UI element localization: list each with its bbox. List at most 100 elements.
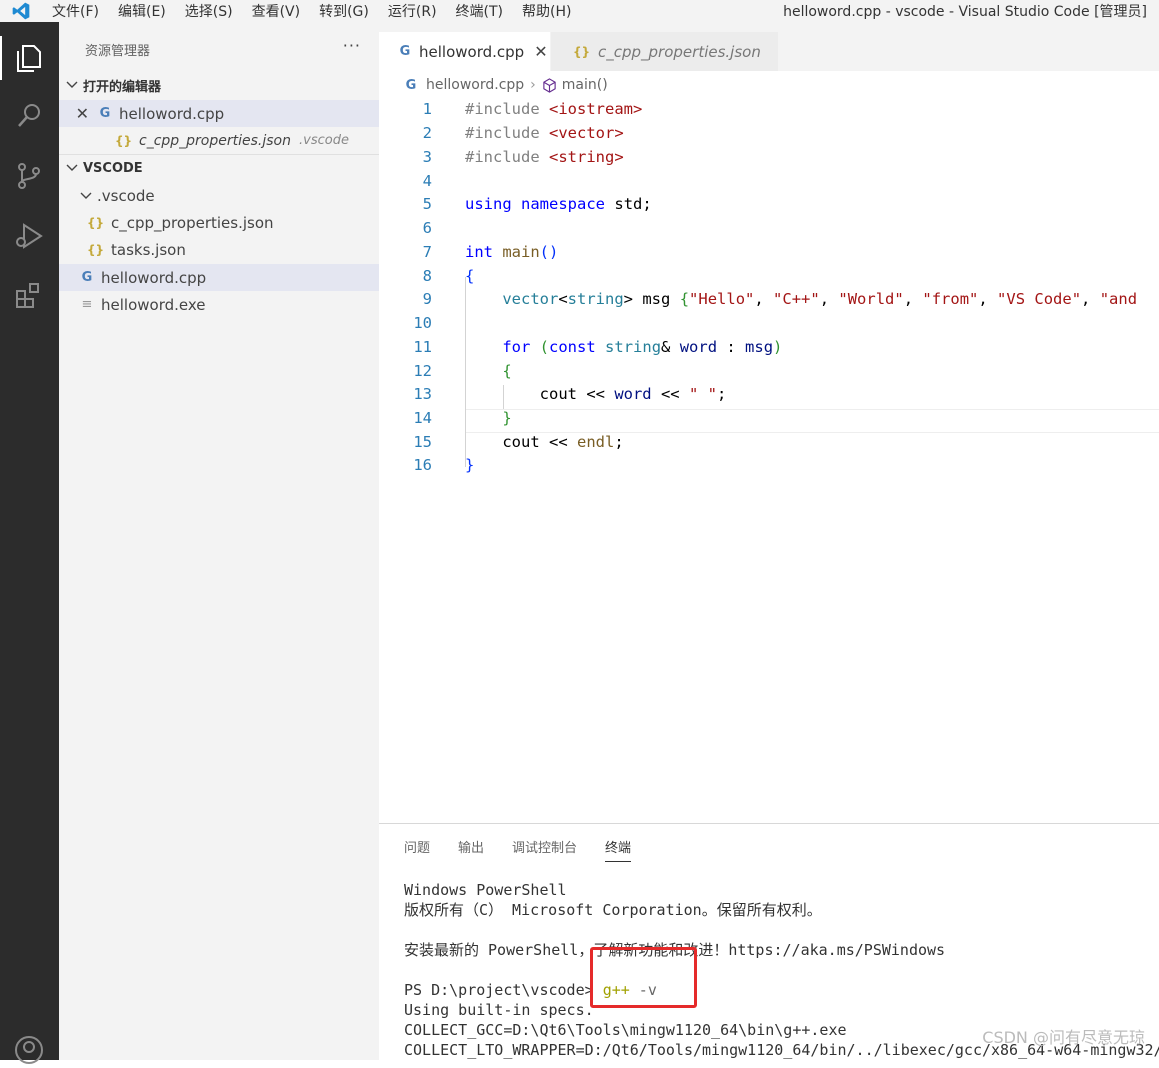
- cpp-file-icon: G: [99, 106, 111, 121]
- code-editor[interactable]: 1 2 3 4 5 6 7 8 9 10 11 12 13 14 15 16 #include <iostre…: [379, 98, 1159, 823]
- accounts-icon[interactable]: [11, 1032, 47, 1068]
- cpp-file-icon: G: [405, 77, 417, 93]
- file-item[interactable]: {} tasks.json: [59, 236, 379, 263]
- code-line[interactable]: #include <iostream>: [465, 100, 642, 118]
- file-item[interactable]: {} c_cpp_properties.json: [59, 209, 379, 236]
- cpp-file-icon: G: [399, 44, 411, 59]
- activity-bar: [0, 22, 59, 1064]
- open-editor-folder: .vscode: [299, 133, 349, 148]
- close-icon[interactable]: ✕: [534, 42, 547, 61]
- close-icon[interactable]: ✕: [59, 104, 89, 123]
- line-number: 11: [413, 338, 432, 356]
- watermark: CSDN @问有尽意无琼: [982, 1028, 1145, 1047]
- line-number: 9: [422, 290, 432, 308]
- open-editor-item[interactable]: ✕ G helloword.cpp: [59, 100, 379, 127]
- tab-c-cpp-properties[interactable]: {} c_cpp_properties.json: [551, 32, 778, 71]
- menu-file[interactable]: 文件(F): [52, 1, 99, 21]
- code-line[interactable]: #include <string>: [465, 148, 624, 166]
- file-label: helloword.exe: [101, 295, 206, 314]
- code-line[interactable]: {: [465, 267, 474, 285]
- menu-go[interactable]: 转到(G): [319, 1, 369, 21]
- menu-selection[interactable]: 选择(S): [185, 1, 233, 21]
- file-item[interactable]: ≡ helloword.exe: [59, 291, 379, 318]
- menu-run[interactable]: 运行(R): [388, 1, 437, 21]
- code-line[interactable]: for (const string& word : msg): [465, 338, 782, 356]
- window-title: helloword.cpp - vscode - Visual Studio C…: [783, 4, 1147, 20]
- terminal-line: Using built-in specs.: [404, 1001, 594, 1019]
- code-line[interactable]: vector<string> msg {"Hello", "C++", "Wor…: [465, 290, 1137, 308]
- tab-label: helloword.cpp: [419, 42, 525, 61]
- json-file-icon: {}: [115, 133, 133, 148]
- open-editors-header[interactable]: 打开的编辑器: [59, 72, 379, 98]
- menu-view[interactable]: 查看(V): [252, 1, 301, 21]
- file-generic-icon: ≡: [81, 297, 93, 312]
- workspace-label: VSCODE: [83, 160, 143, 176]
- editor-tabs: G helloword.cpp ✕ {} c_cpp_properties.js…: [379, 22, 1159, 71]
- breadcrumb: G helloword.cpp › main(): [379, 71, 1159, 99]
- line-number: 1: [422, 100, 432, 118]
- title-bar: 文件(F) 编辑(E) 选择(S) 查看(V) 转到(G) 运行(R) 终端(T…: [0, 0, 1159, 23]
- code-line[interactable]: {: [465, 362, 511, 380]
- active-indicator: [0, 36, 2, 80]
- json-file-icon: {}: [573, 44, 591, 59]
- terminal-prompt: PS D:\project\vscode>: [404, 981, 603, 999]
- line-number: 16: [413, 456, 432, 474]
- sidebar-title: 资源管理器: [85, 44, 151, 59]
- tab-debug-console[interactable]: 调试控制台: [512, 837, 577, 862]
- folder-item[interactable]: .vscode: [59, 182, 379, 209]
- code-line[interactable]: #include <vector>: [465, 124, 624, 142]
- run-debug-icon[interactable]: [11, 218, 47, 254]
- cpp-file-icon: G: [81, 270, 93, 285]
- tab-output[interactable]: 输出: [458, 837, 484, 862]
- open-editors-label: 打开的编辑器: [83, 79, 162, 95]
- code-line[interactable]: cout << word << " ";: [465, 385, 727, 403]
- source-control-icon[interactable]: [11, 158, 47, 194]
- open-editor-label: c_cpp_properties.json: [139, 132, 291, 149]
- chevron-right-icon: ›: [530, 77, 536, 93]
- chevron-down-icon: [66, 81, 78, 88]
- code-line[interactable]: using namespace std;: [465, 195, 652, 213]
- json-file-icon: {}: [87, 215, 105, 230]
- chevron-down-icon: [66, 164, 78, 171]
- tab-problems[interactable]: 问题: [404, 837, 430, 862]
- json-file-icon: {}: [87, 242, 105, 257]
- method-cube-icon: [543, 77, 556, 93]
- search-icon[interactable]: [11, 98, 47, 134]
- terminal-prompt-line: PS D:\project\vscode> g++ -v: [404, 980, 1159, 1000]
- terminal-line: 版权所有（C） Microsoft Corporation。保留所有权利。: [404, 901, 822, 919]
- line-number: 4: [422, 172, 432, 190]
- tab-terminal[interactable]: 终端: [605, 837, 632, 862]
- line-number: 3: [422, 148, 432, 166]
- code-line[interactable]: cout << endl;: [465, 433, 623, 451]
- menu-help[interactable]: 帮助(H): [522, 1, 571, 21]
- code-line[interactable]: }: [465, 456, 474, 474]
- current-line-highlight: [465, 409, 1159, 433]
- file-item[interactable]: G helloword.cpp: [59, 264, 379, 291]
- line-number: 12: [413, 362, 432, 380]
- line-number: 5: [422, 195, 432, 213]
- file-label: c_cpp_properties.json: [111, 213, 274, 232]
- more-actions-button[interactable]: ···: [343, 36, 361, 55]
- line-number: 15: [413, 433, 432, 451]
- breadcrumb-file[interactable]: helloword.cpp: [426, 77, 524, 93]
- tab-label: c_cpp_properties.json: [598, 42, 761, 61]
- menu-edit[interactable]: 编辑(E): [118, 1, 166, 21]
- breadcrumb-symbol[interactable]: main(): [562, 77, 608, 93]
- explorer-icon[interactable]: [11, 40, 47, 76]
- menu-terminal[interactable]: 终端(T): [456, 1, 503, 21]
- panel-tabs: 问题 输出 调试控制台 终端: [404, 837, 659, 862]
- file-label: helloword.cpp: [101, 268, 207, 287]
- workspace-header[interactable]: VSCODE: [59, 155, 379, 181]
- line-number: 13: [413, 385, 432, 403]
- extensions-icon[interactable]: [11, 278, 47, 314]
- open-editor-item[interactable]: {} c_cpp_properties.json .vscode: [59, 127, 379, 154]
- line-number: 14: [413, 409, 432, 427]
- tab-helloword-cpp[interactable]: G helloword.cpp ✕: [379, 32, 550, 71]
- code-line[interactable]: }: [465, 409, 511, 427]
- line-number: 8: [422, 267, 432, 285]
- code-line[interactable]: int main(): [465, 243, 558, 261]
- folder-label: .vscode: [97, 186, 155, 205]
- annotation-highlight-box: [590, 947, 697, 1008]
- explorer-sidebar: 资源管理器 ··· 打开的编辑器 ✕ G helloword.cpp {} c_…: [59, 22, 379, 1060]
- terminal-line: Windows PowerShell: [404, 881, 567, 899]
